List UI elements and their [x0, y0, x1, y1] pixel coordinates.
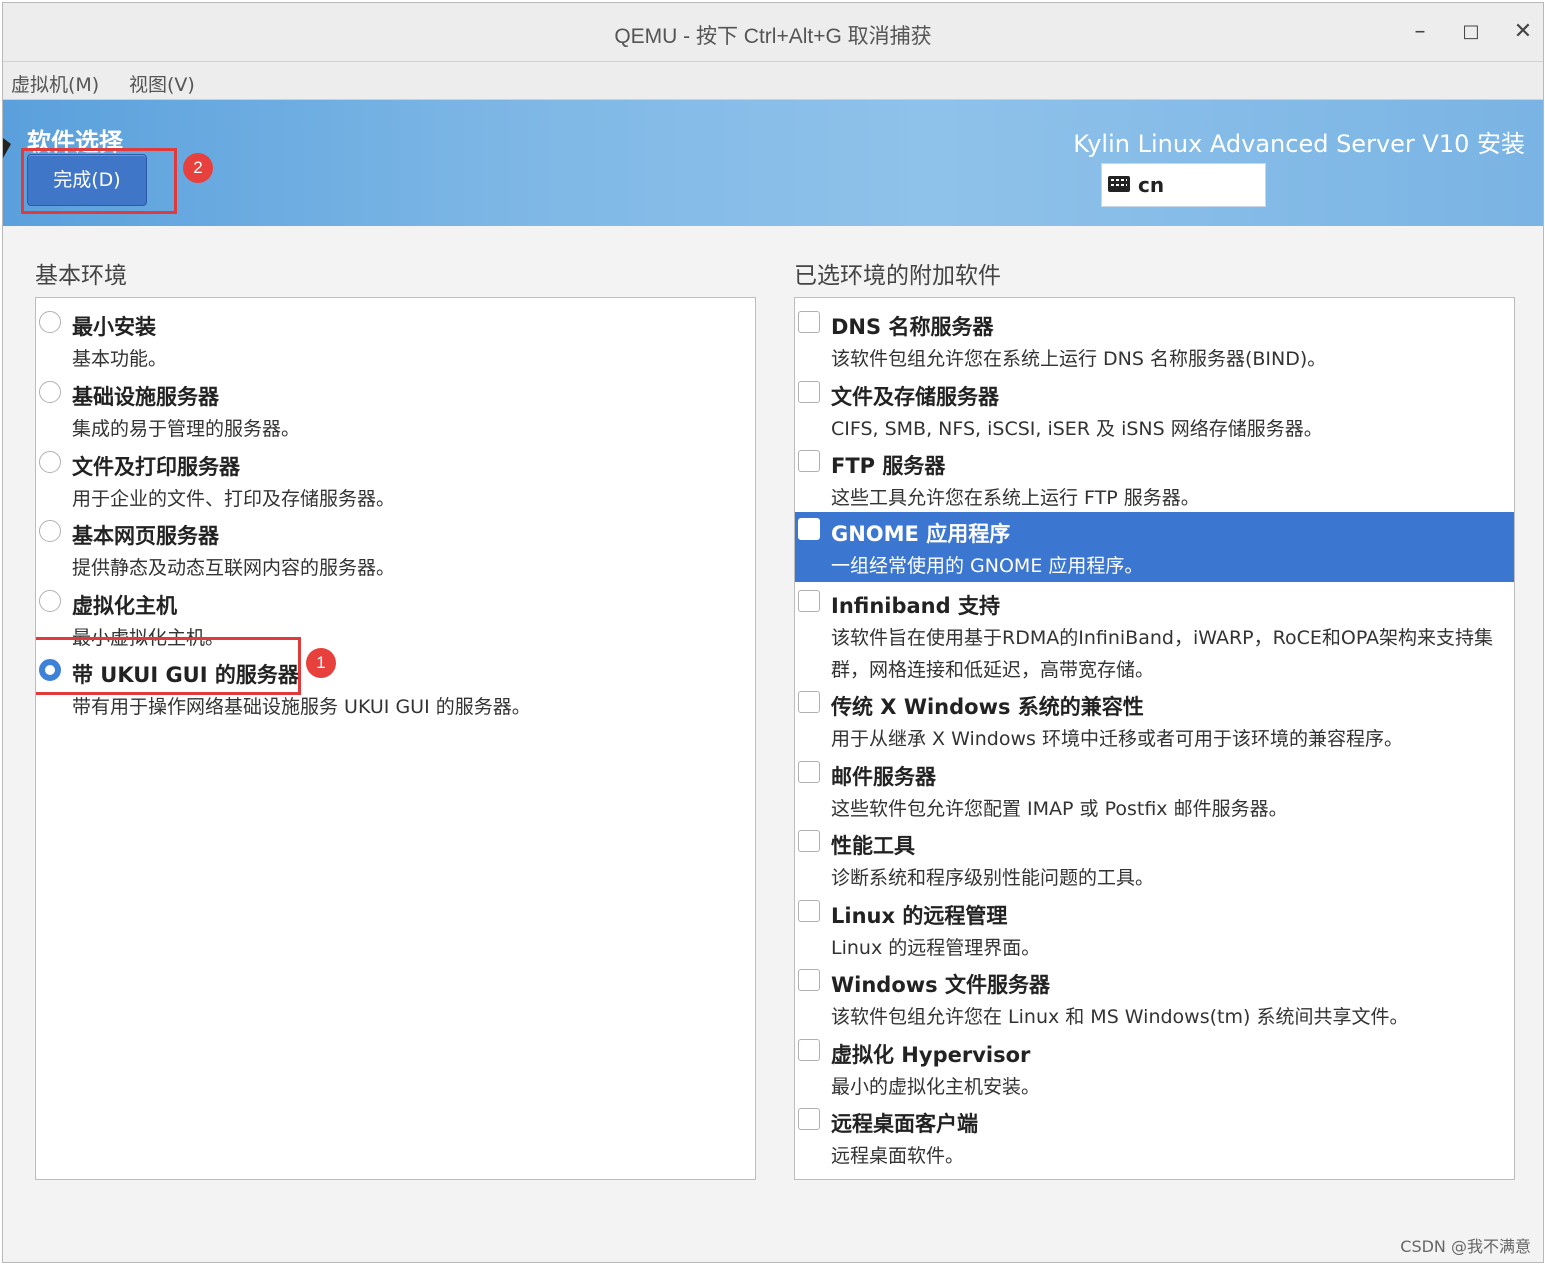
addon-desc: 一组经常使用的 GNOME 应用程序。	[831, 555, 1144, 577]
env-title: 最小安装	[72, 315, 156, 339]
annotation-badge-1: 1	[306, 648, 336, 678]
addon-desc-line2: 群，网格连接和低延迟，高带宽存储。	[831, 659, 1155, 681]
env-item-web-server[interactable]: 基本网页服务器 提供静态及动态互联网内容的服务器。	[36, 514, 755, 584]
addon-desc: 用于从继承 X Windows 环境中迁移或者可用于该环境的兼容程序。	[831, 728, 1403, 750]
mouse-pointer-icon	[3, 138, 11, 158]
checkbox-mail-server[interactable]	[798, 761, 820, 783]
keyboard-icon	[1108, 176, 1130, 192]
addon-title: Windows 文件服务器	[831, 973, 1050, 997]
addon-title: FTP 服务器	[831, 454, 946, 478]
env-title: 基础设施服务器	[72, 385, 219, 409]
radio-web-server[interactable]	[39, 520, 61, 542]
radio-virtualization-host[interactable]	[39, 590, 61, 612]
addon-title: Infiniband 支持	[831, 594, 1000, 618]
env-desc: 提供静态及动态互联网内容的服务器。	[72, 557, 396, 579]
addon-desc: 该软件旨在使用基于RDMA的InfiniBand，iWARP，RoCE和OPA架…	[831, 627, 1494, 649]
env-title: 文件及打印服务器	[72, 455, 240, 479]
checkbox-infiniband[interactable]	[798, 590, 820, 612]
title-bar[interactable]: QEMU - 按下 Ctrl+Alt+G 取消捕获 – □ ✕	[3, 3, 1543, 62]
product-name: Kylin Linux Advanced Server V10 安装	[1073, 130, 1525, 158]
addon-desc: 诊断系统和程序级别性能问题的工具。	[831, 867, 1155, 889]
watermark: CSDN @我不满意	[1400, 1237, 1531, 1256]
addon-item-windows-file-server[interactable]: Windows 文件服务器 该软件包组允许您在 Linux 和 MS Windo…	[795, 963, 1514, 1033]
checkbox-windows-file-server[interactable]	[798, 969, 820, 991]
addon-item-mail-server[interactable]: 邮件服务器 这些软件包允许您配置 IMAP 或 Postfix 邮件服务器。	[795, 755, 1514, 825]
installer-header: 软件选择 完成(D) 2 Kylin Linux Advanced Server…	[3, 100, 1543, 226]
checkbox-virtualization-hypervisor[interactable]	[798, 1039, 820, 1061]
env-desc: 用于企业的文件、打印及存储服务器。	[72, 488, 396, 510]
menu-vm[interactable]: 虚拟机(M)	[11, 70, 99, 97]
keyboard-layout-indicator[interactable]: cn	[1101, 163, 1266, 207]
addon-item-dns-server[interactable]: DNS 名称服务器 该软件包组允许您在系统上运行 DNS 名称服务器(BIND)…	[795, 305, 1514, 375]
addon-item-legacy-x-windows[interactable]: 传统 X Windows 系统的兼容性 用于从继承 X Windows 环境中迁…	[795, 685, 1514, 755]
addon-desc: 该软件包组允许您在系统上运行 DNS 名称服务器(BIND)。	[831, 348, 1327, 370]
checkbox-file-storage-server[interactable]	[798, 381, 820, 403]
radio-infrastructure-server[interactable]	[39, 381, 61, 403]
qemu-window: QEMU - 按下 Ctrl+Alt+G 取消捕获 – □ ✕ 虚拟机(M) 视…	[2, 2, 1544, 1263]
addon-title: DNS 名称服务器	[831, 315, 994, 339]
addon-title: Linux 的远程管理	[831, 904, 1008, 928]
addon-title: 虚拟化 Hypervisor	[831, 1043, 1031, 1067]
addon-desc: 该软件包组允许您在 Linux 和 MS Windows(tm) 系统间共享文件…	[831, 1006, 1409, 1028]
addon-item-ftp-server[interactable]: FTP 服务器 这些工具允许您在系统上运行 FTP 服务器。	[795, 444, 1514, 514]
addon-item-infiniband[interactable]: Infiniband 支持 该软件旨在使用基于RDMA的InfiniBand，i…	[795, 584, 1514, 686]
addon-desc: 远程桌面软件。	[831, 1145, 965, 1167]
addon-title: 传统 X Windows 系统的兼容性	[831, 695, 1144, 719]
addons-label: 已选环境的附加软件	[794, 263, 1001, 289]
addon-desc: 这些软件包允许您配置 IMAP 或 Postfix 邮件服务器。	[831, 798, 1288, 820]
checkbox-linux-remote-management[interactable]	[798, 900, 820, 922]
annotation-box-1	[36, 637, 301, 695]
addon-software-list: DNS 名称服务器 该软件包组允许您在系统上运行 DNS 名称服务器(BIND)…	[794, 297, 1515, 1180]
window-title: QEMU - 按下 Ctrl+Alt+G 取消捕获	[614, 25, 932, 48]
radio-file-print-server[interactable]	[39, 451, 61, 473]
env-desc: 带有用于操作网络基础设施服务 UKUI GUI 的服务器。	[72, 696, 531, 718]
env-title: 虚拟化主机	[72, 594, 177, 618]
env-item-minimal[interactable]: 最小安装 基本功能。	[36, 305, 755, 375]
addon-item-file-storage-server[interactable]: 文件及存储服务器 CIFS, SMB, NFS, iSCSI, iSER 及 i…	[795, 375, 1514, 445]
addon-desc: 最小的虚拟化主机安装。	[831, 1076, 1041, 1098]
checkbox-dns-server[interactable]	[798, 311, 820, 333]
addon-item-performance-tools[interactable]: 性能工具 诊断系统和程序级别性能问题的工具。	[795, 824, 1514, 894]
env-title: 基本网页服务器	[72, 524, 219, 548]
menu-bar: 虚拟机(M) 视图(V)	[3, 62, 1543, 100]
keyboard-layout-label: cn	[1138, 173, 1165, 197]
minimize-button[interactable]: –	[1405, 17, 1435, 47]
close-button[interactable]: ✕	[1508, 17, 1538, 47]
checkbox-performance-tools[interactable]	[798, 830, 820, 852]
addon-desc: 这些工具允许您在系统上运行 FTP 服务器。	[831, 487, 1200, 509]
env-desc: 集成的易于管理的服务器。	[72, 418, 301, 440]
addon-title: 性能工具	[831, 834, 915, 858]
addon-item-gnome-apps[interactable]: GNOME 应用程序 一组经常使用的 GNOME 应用程序。	[795, 512, 1514, 582]
env-item-infrastructure-server[interactable]: 基础设施服务器 集成的易于管理的服务器。	[36, 375, 755, 445]
checkbox-ftp-server[interactable]	[798, 450, 820, 472]
addon-item-remote-desktop-client[interactable]: 远程桌面客户端 远程桌面软件。	[795, 1102, 1514, 1172]
addon-title: 邮件服务器	[831, 765, 936, 789]
addon-title: 文件及存储服务器	[831, 385, 999, 409]
radio-minimal[interactable]	[39, 311, 61, 333]
checkbox-legacy-x-windows[interactable]	[798, 691, 820, 713]
annotation-badge-2: 2	[183, 153, 213, 183]
addon-title: 远程桌面客户端	[831, 1112, 978, 1136]
addon-item-virtualization-hypervisor[interactable]: 虚拟化 Hypervisor 最小的虚拟化主机安装。	[795, 1033, 1514, 1103]
checkbox-gnome-apps[interactable]	[798, 518, 820, 540]
addon-title: GNOME 应用程序	[831, 522, 1011, 546]
base-environment-label: 基本环境	[35, 263, 127, 289]
env-desc: 基本功能。	[72, 348, 168, 370]
maximize-button[interactable]: □	[1456, 17, 1486, 47]
addon-desc: Linux 的远程管理界面。	[831, 937, 1041, 959]
env-item-file-print-server[interactable]: 文件及打印服务器 用于企业的文件、打印及存储服务器。	[36, 445, 755, 515]
base-environment-list: 最小安装 基本功能。 基础设施服务器 集成的易于管理的服务器。 文件及打印服务器…	[35, 297, 756, 1180]
menu-view[interactable]: 视图(V)	[129, 70, 195, 97]
annotation-box-2	[21, 148, 177, 214]
addon-desc: CIFS, SMB, NFS, iSCSI, iSER 及 iSNS 网络存储服…	[831, 418, 1323, 440]
checkbox-remote-desktop-client[interactable]	[798, 1108, 820, 1130]
addon-item-linux-remote-management[interactable]: Linux 的远程管理 Linux 的远程管理界面。	[795, 894, 1514, 964]
